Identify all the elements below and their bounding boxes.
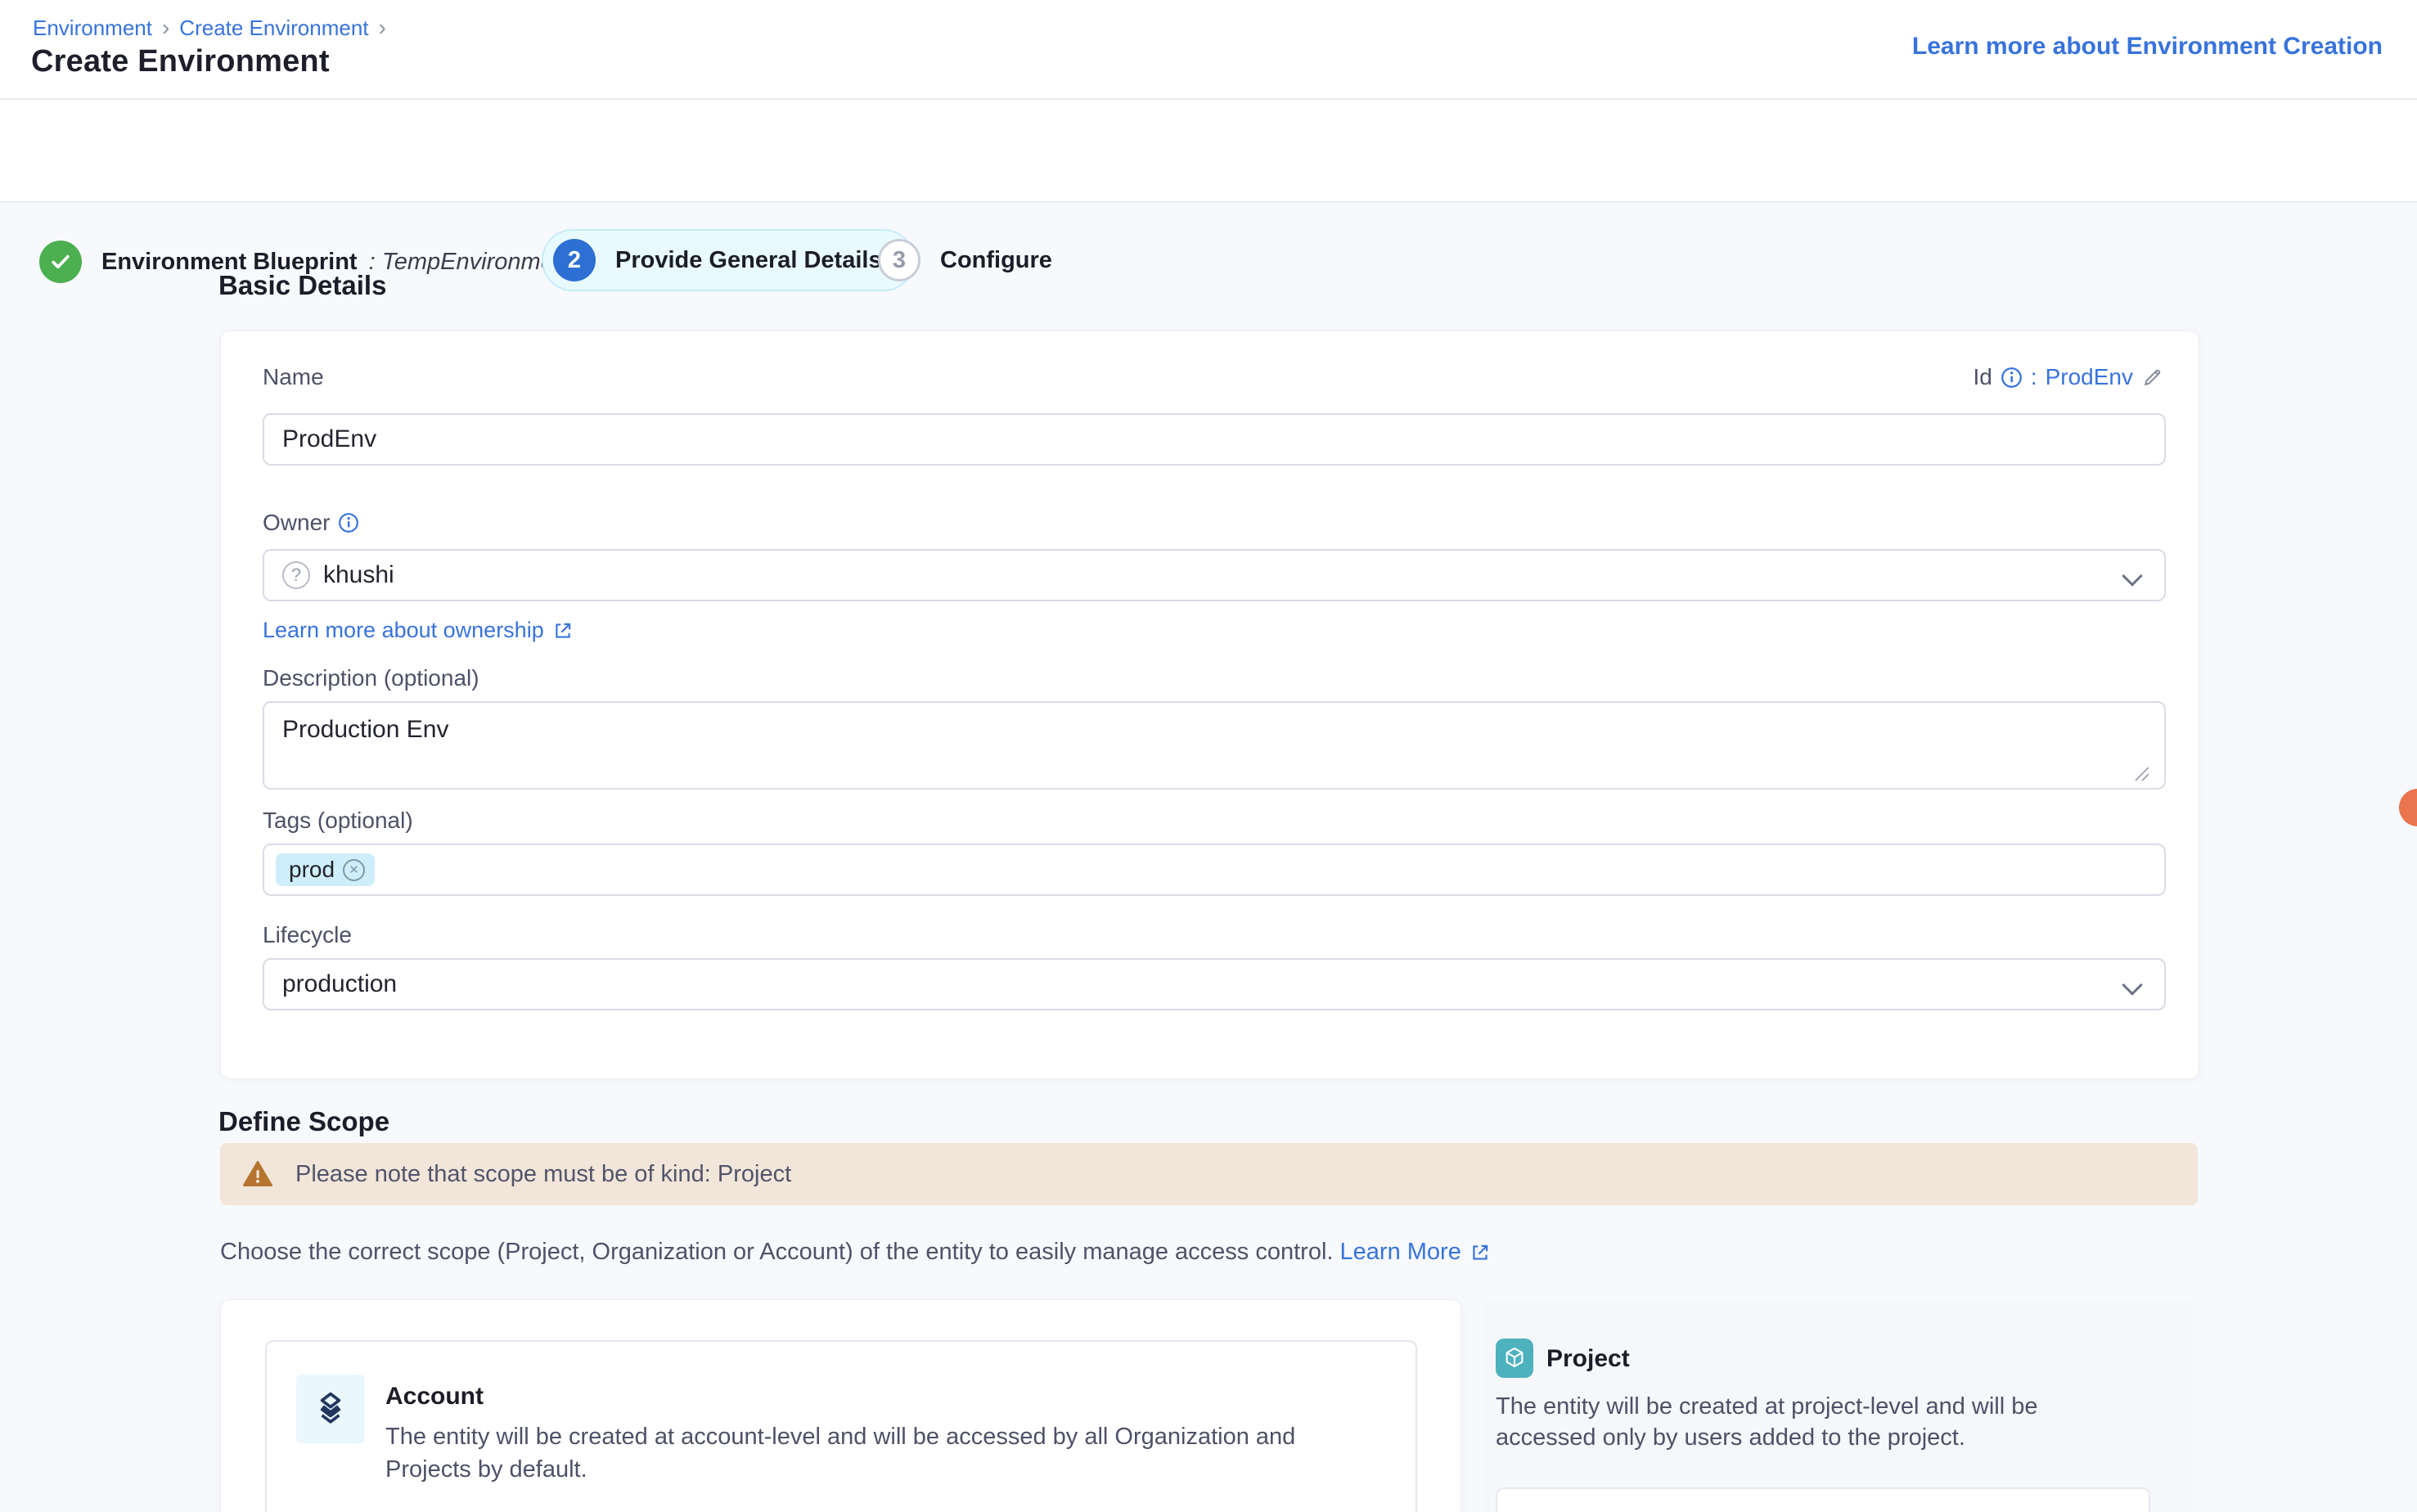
- step-configure[interactable]: 3 Configure: [878, 229, 1052, 291]
- external-link-icon: [1470, 1242, 1491, 1263]
- basic-details-card: Name Id : ProdEnv Owner ? khushi: [220, 331, 2199, 1079]
- question-mark-icon: ?: [282, 561, 310, 589]
- project-option-description: The entity will be created at project-le…: [1496, 1391, 2126, 1453]
- scope-options-panel: Account The entity will be created at ac…: [220, 1299, 1461, 1512]
- step3-number-badge: 3: [878, 239, 920, 281]
- scope-learn-more-link[interactable]: Learn More: [1340, 1239, 1491, 1266]
- step2-number-badge: 2: [553, 239, 596, 281]
- description-textarea[interactable]: Production Env: [263, 701, 2166, 790]
- learn-more-environment-creation-link[interactable]: Learn more about Environment Creation: [1912, 33, 2383, 61]
- scope-warning-text: Please note that scope must be of kind: …: [295, 1161, 791, 1188]
- tags-label: Tags (optional): [263, 808, 413, 834]
- tags-input[interactable]: prod ✕: [263, 844, 2166, 896]
- create-environment-page: Environment › Create Environment › Creat…: [0, 0, 2417, 1512]
- step2-label: Provide General Details: [615, 247, 882, 274]
- stepper-bar: Environment Blueprint : TempEnvironment …: [0, 100, 2417, 203]
- account-option-description: The entity will be created at account-le…: [385, 1420, 1359, 1486]
- external-link-icon: [552, 620, 574, 641]
- account-option-title: Account: [385, 1383, 484, 1411]
- remove-tag-icon[interactable]: ✕: [343, 859, 365, 881]
- floating-help-bubble[interactable]: [2399, 789, 2417, 826]
- edit-pencil-icon[interactable]: [2141, 366, 2164, 389]
- step3-label: Configure: [940, 247, 1052, 274]
- tag-chip: prod ✕: [276, 853, 375, 886]
- owner-label-row: Owner: [263, 510, 359, 536]
- owner-value: khushi: [323, 561, 394, 589]
- scope-option-account[interactable]: Account The entity will be created at ac…: [265, 1340, 1417, 1512]
- scope-hint: Choose the correct scope (Project, Organ…: [220, 1239, 1491, 1266]
- learn-more-ownership-link[interactable]: Learn more about ownership: [263, 618, 574, 643]
- page-header: Environment › Create Environment › Creat…: [0, 0, 2417, 100]
- project-picker-select[interactable]: [1496, 1487, 2150, 1512]
- info-icon[interactable]: [338, 512, 359, 533]
- scope-learn-more-label: Learn More: [1340, 1239, 1461, 1266]
- project-option-title: Project: [1546, 1345, 1630, 1373]
- scope-option-project-panel[interactable]: Project The entity will be created at pr…: [1483, 1299, 2193, 1512]
- chevron-down-icon: [2122, 974, 2142, 995]
- name-label: Name: [263, 364, 324, 390]
- step-provide-general-details[interactable]: 2 Provide General Details: [542, 229, 915, 291]
- lifecycle-value: production: [282, 970, 397, 998]
- ownership-link-row: Learn more about ownership: [263, 618, 574, 643]
- scope-warning-banner: Please note that scope must be of kind: …: [220, 1143, 2198, 1205]
- owner-select[interactable]: ? khushi: [263, 549, 2166, 601]
- breadcrumb-create-environment[interactable]: Create Environment: [179, 16, 368, 41]
- tag-chip-label: prod: [289, 857, 335, 883]
- owner-label: Owner: [263, 510, 330, 536]
- breadcrumb-separator-icon: ›: [162, 15, 169, 41]
- page-title: Create Environment: [31, 44, 330, 79]
- chevron-down-icon: [2122, 565, 2142, 586]
- lifecycle-select[interactable]: production: [263, 958, 2166, 1010]
- lifecycle-label: Lifecycle: [263, 922, 352, 948]
- id-separator: :: [2031, 364, 2037, 390]
- scope-hint-text: Choose the correct scope (Project, Organ…: [220, 1239, 1333, 1265]
- breadcrumb-environment[interactable]: Environment: [33, 16, 152, 41]
- check-icon: [39, 241, 82, 283]
- name-input[interactable]: [263, 413, 2166, 466]
- id-row: Id : ProdEnv: [1973, 364, 2164, 390]
- id-value[interactable]: ProdEnv: [2046, 364, 2133, 390]
- info-icon[interactable]: [2001, 367, 2023, 389]
- ownership-link-label: Learn more about ownership: [263, 618, 544, 643]
- description-label: Description (optional): [263, 665, 479, 691]
- warning-triangle-icon: [241, 1158, 274, 1190]
- breadcrumb-separator-icon: ›: [379, 15, 386, 41]
- breadcrumb: Environment › Create Environment ›: [33, 15, 386, 41]
- define-scope-heading: Define Scope: [218, 1106, 389, 1137]
- account-layers-icon: [296, 1375, 365, 1443]
- basic-details-heading: Basic Details: [218, 270, 386, 301]
- id-label: Id: [1973, 364, 1992, 390]
- project-cube-icon: [1496, 1339, 1533, 1378]
